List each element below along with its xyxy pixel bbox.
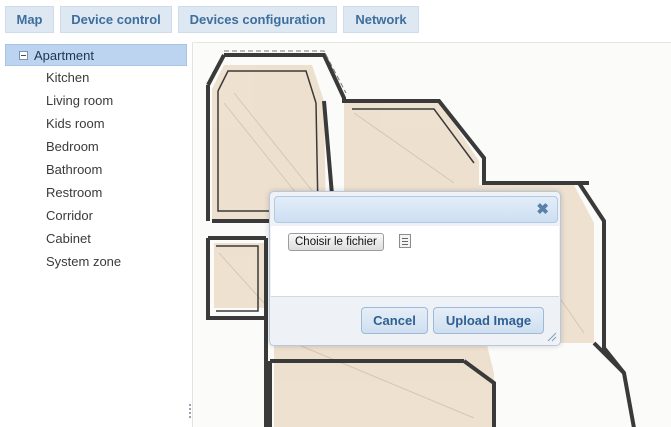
- close-icon[interactable]: ✖: [536, 201, 549, 219]
- dialog-body: Choisir le fichier: [271, 226, 559, 296]
- splitter-grip-icon[interactable]: [189, 404, 191, 418]
- tab-device-control[interactable]: Device control: [60, 6, 172, 33]
- resize-grip-icon[interactable]: [547, 332, 557, 342]
- upload-image-button[interactable]: Upload Image: [433, 307, 544, 334]
- upload-image-dialog: ✖ Choisir le fichier Cancel Upload Image: [269, 191, 561, 346]
- top-tab-bar: Map Device control Devices configuration…: [0, 0, 671, 40]
- minus-box-icon[interactable]: [19, 50, 28, 60]
- room-tree: Apartment Kitchen Living room Kids room …: [0, 42, 188, 427]
- tree-item[interactable]: Restroom: [46, 185, 102, 200]
- tree-item[interactable]: System zone: [46, 254, 121, 269]
- tab-devices-configuration[interactable]: Devices configuration: [178, 6, 337, 33]
- tree-item[interactable]: Kitchen: [46, 70, 89, 85]
- tab-map[interactable]: Map: [5, 6, 54, 33]
- tree-item[interactable]: Bedroom: [46, 139, 99, 154]
- file-icon: [399, 234, 411, 248]
- tree-item[interactable]: Corridor: [46, 208, 93, 223]
- dialog-footer: Cancel Upload Image: [271, 296, 559, 344]
- choose-file-button[interactable]: Choisir le fichier: [288, 233, 384, 251]
- tree-root-label: Apartment: [34, 47, 94, 63]
- tab-network[interactable]: Network: [343, 6, 419, 33]
- dialog-title-bar[interactable]: ✖: [274, 196, 558, 223]
- tree-item[interactable]: Bathroom: [46, 162, 102, 177]
- tree-root-apartment[interactable]: Apartment: [5, 44, 187, 66]
- cancel-button[interactable]: Cancel: [361, 307, 428, 334]
- tree-item[interactable]: Living room: [46, 93, 113, 108]
- panel-splitter[interactable]: [188, 42, 193, 427]
- tree-item[interactable]: Kids room: [46, 116, 105, 131]
- tree-item[interactable]: Cabinet: [46, 231, 91, 246]
